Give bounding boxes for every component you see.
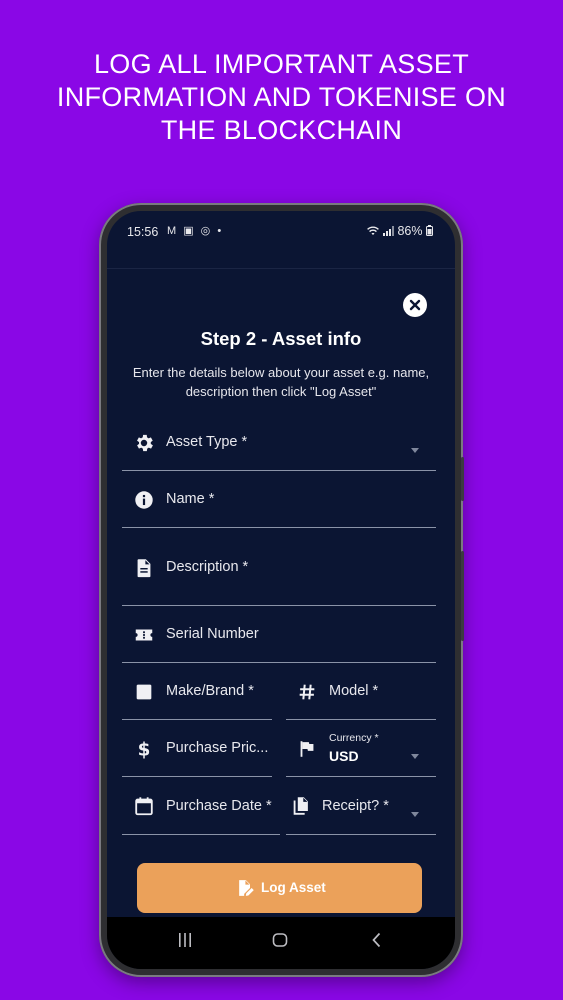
currency-label: Currency * <box>329 732 379 744</box>
notification-icons: M ▣ ◎ • <box>167 225 224 237</box>
close-button[interactable] <box>403 293 427 317</box>
make-brand-input[interactable]: Make/Brand * <box>122 672 272 720</box>
asset-type-select[interactable]: Asset Type * <box>122 423 436 471</box>
asset-type-underline <box>122 470 436 471</box>
battery-percent: 86% <box>397 224 423 238</box>
power-button <box>461 551 464 641</box>
status-bar: 15:56 M ▣ ◎ • 86% <box>107 211 455 259</box>
dollar-icon: $ <box>138 739 151 760</box>
name-input[interactable]: Name * <box>122 480 436 528</box>
asset-type-label: Asset Type * <box>166 434 248 450</box>
svg-text:$: $ <box>138 739 151 760</box>
wifi-icon <box>366 226 379 235</box>
step-title: Step 2 - Asset info <box>200 328 362 349</box>
phone-screen: 15:56 M ▣ ◎ • 86% Step 2 - Asset info En… <box>107 211 455 969</box>
receipt-underline <box>286 834 436 835</box>
purchase-price-underline <box>122 776 272 777</box>
currency-value: USD <box>329 748 359 764</box>
hash-icon <box>299 684 315 700</box>
log-asset-button[interactable]: Log Asset <box>137 863 422 913</box>
description-underline <box>122 605 436 606</box>
receipt-select[interactable]: Receipt? * <box>286 786 436 835</box>
recents-icon[interactable] <box>176 931 194 949</box>
log-asset-label: Log Asset <box>261 880 326 895</box>
edit-document-icon <box>239 880 254 896</box>
back-icon[interactable] <box>368 931 386 949</box>
purchase-date-underline <box>122 834 280 835</box>
step-subtitle: Enter the details below about your asset… <box>132 365 430 399</box>
flag-icon <box>300 741 314 757</box>
currency-dropdown-icon <box>411 754 419 759</box>
purchase-date-label: Purchase Date * <box>166 798 272 814</box>
system-nav-bar <box>107 917 455 969</box>
description-input[interactable]: Description * <box>122 537 436 606</box>
copy-icon <box>293 797 308 815</box>
serial-number-input[interactable]: Serial Number <box>122 615 436 663</box>
home-icon[interactable] <box>271 931 289 949</box>
model-label: Model * <box>329 683 379 699</box>
purchase-date-input[interactable]: Purchase Date * <box>122 786 280 835</box>
description-label: Description * <box>166 559 249 575</box>
receipt-dropdown-icon <box>411 812 419 817</box>
status-right: 86% <box>366 224 433 238</box>
currency-underline <box>286 776 436 777</box>
name-label: Name * <box>166 491 215 507</box>
calendar-icon <box>135 797 153 816</box>
receipt-label: Receipt? * <box>322 798 389 814</box>
document-icon <box>137 559 151 578</box>
asset-type-dropdown-icon <box>411 448 419 453</box>
purchase-price-input[interactable]: $ Purchase Pric... <box>122 729 272 777</box>
volume-button <box>461 457 464 501</box>
serial-number-label: Serial Number <box>166 626 259 642</box>
phone-frame: 15:56 M ▣ ◎ • 86% Step 2 - Asset info En… <box>99 203 464 977</box>
currency-select[interactable]: Currency * USD <box>286 729 436 777</box>
battery-icon <box>426 225 433 236</box>
headline: LOG ALL IMPORTANT ASSET INFORMATION AND … <box>56 49 507 145</box>
ticket-icon <box>135 629 153 641</box>
close-icon <box>409 299 421 311</box>
model-underline <box>286 719 436 720</box>
signal-icon <box>383 226 394 236</box>
serial-number-underline <box>122 662 436 663</box>
square-icon <box>136 684 152 700</box>
make-brand-underline <box>122 719 272 720</box>
info-icon <box>135 491 153 509</box>
purchase-price-label: Purchase Pric... <box>166 740 269 756</box>
model-input[interactable]: Model * <box>286 672 436 720</box>
header-divider <box>107 268 455 269</box>
gear-icon <box>137 434 153 452</box>
make-brand-label: Make/Brand * <box>166 683 254 699</box>
name-underline <box>122 527 436 528</box>
status-time: 15:56 <box>127 225 159 239</box>
